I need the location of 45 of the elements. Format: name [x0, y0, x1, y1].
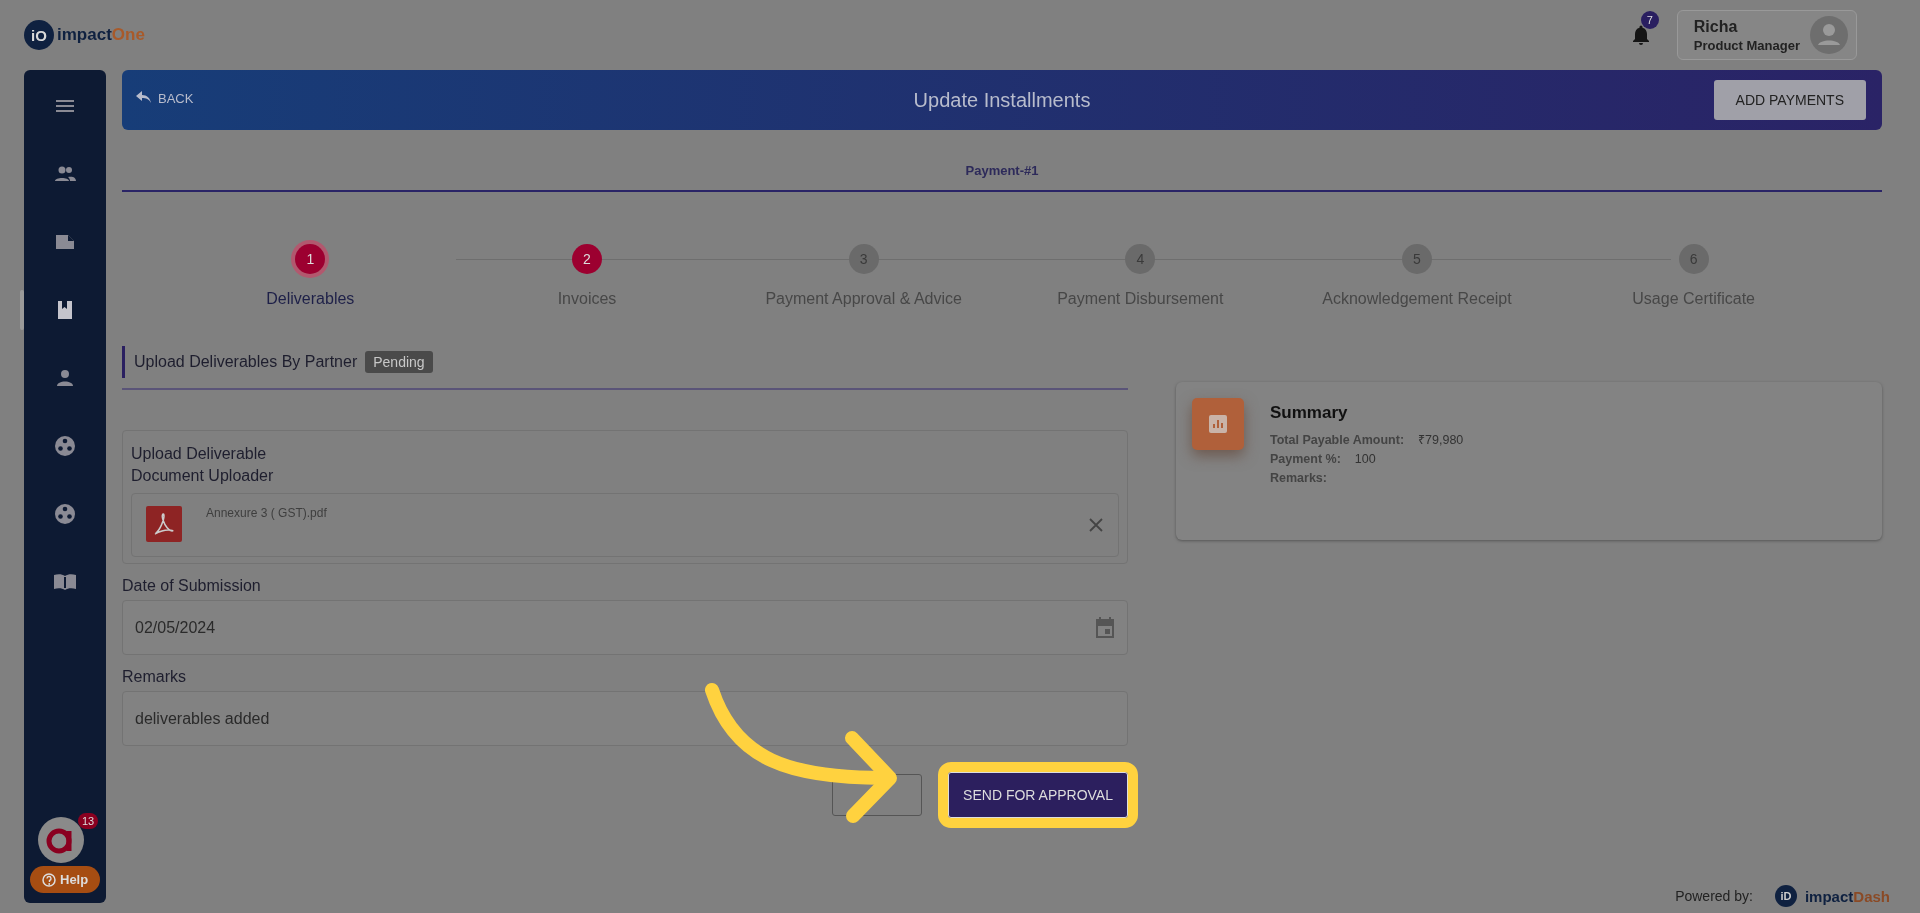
- step-label: Deliverables: [266, 290, 355, 308]
- payment-tab[interactable]: Payment-#1: [955, 163, 1049, 190]
- user-menu[interactable]: Richa Product Manager: [1676, 10, 1857, 60]
- chart-icon: [1209, 415, 1227, 433]
- summary-label: Total Payable Amount:: [1270, 432, 1405, 449]
- back-button[interactable]: BACK: [130, 86, 200, 110]
- summary-label: Payment %:: [1270, 451, 1341, 468]
- close-icon[interactable]: [1088, 517, 1104, 533]
- secondary-button[interactable]: [832, 774, 923, 816]
- summary-value: ₹79,980: [1418, 432, 1464, 449]
- file-name: Annexure 3 ( GST).pdf: [206, 506, 328, 520]
- help-icon: [42, 872, 56, 887]
- brand-name: impactDash: [1804, 887, 1890, 905]
- page-title: Update Installments: [913, 88, 1091, 112]
- group-icon[interactable]: [53, 434, 77, 458]
- step-label: Usage Certificate: [1632, 290, 1755, 308]
- group-icon[interactable]: [53, 502, 77, 526]
- step-number[interactable]: 1: [295, 244, 326, 274]
- logo-text: impactOne: [57, 25, 145, 45]
- pdf-icon: [146, 506, 182, 542]
- chat-widget-icon[interactable]: [38, 817, 84, 863]
- logo-mark: iO: [24, 20, 54, 50]
- add-payments-button[interactable]: ADD PAYMENTS: [1713, 80, 1866, 120]
- uploader-label: Document Uploader: [131, 466, 275, 486]
- section-title: Upload Deliverables By Partner: [134, 353, 358, 371]
- step-label: Payment Approval & Advice: [765, 290, 962, 308]
- remarks-field[interactable]: deliverables added: [122, 691, 1128, 746]
- notification-badge: 7: [1640, 11, 1659, 29]
- powered-by-label: Powered by:: [1675, 888, 1753, 904]
- step-label: Payment Disbursement: [1057, 290, 1224, 308]
- summary-label: Remarks:: [1270, 470, 1327, 487]
- status-badge: Pending: [365, 351, 433, 373]
- step-label: Acknowledgement Receipt: [1322, 290, 1512, 308]
- chat-badge: 13: [78, 813, 99, 829]
- avatar-icon: [1810, 16, 1848, 54]
- step-number[interactable]: 2: [572, 244, 602, 274]
- summary-title: Summary: [1270, 403, 1349, 423]
- field-label: Date of Submission: [122, 576, 262, 596]
- brand-mark: iD: [1774, 885, 1797, 907]
- upload-title: Upload Deliverable: [131, 444, 268, 464]
- summary-value: 100: [1354, 451, 1376, 468]
- help-button[interactable]: Help: [30, 866, 101, 893]
- date-field[interactable]: 02/05/2024: [122, 600, 1128, 655]
- step-label: Invoices: [557, 290, 617, 308]
- field-label: Remarks: [122, 667, 187, 687]
